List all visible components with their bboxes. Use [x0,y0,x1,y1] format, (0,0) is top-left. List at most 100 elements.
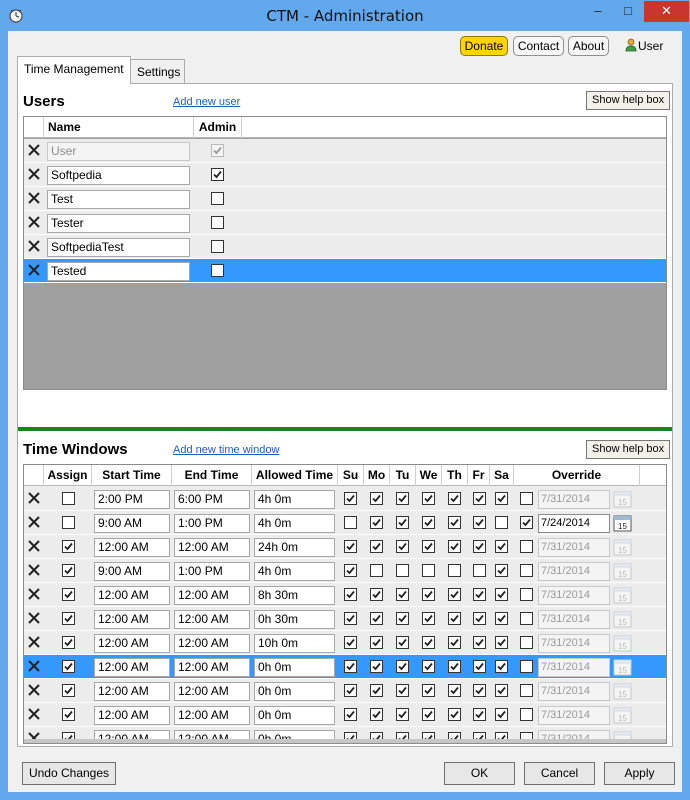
delete-time-window-icon[interactable] [27,611,41,625]
day-sa-checkbox[interactable] [495,588,508,601]
end-time-field[interactable]: 12:00 AM [174,586,250,605]
day-sa-checkbox[interactable] [495,708,508,721]
user-name-field[interactable]: Tester [47,214,190,233]
time-window-row[interactable]: 12:00 AM 12:00 AM 0h 30m 7/31/2014 15 [24,607,666,631]
day-fr-checkbox[interactable] [473,636,486,649]
end-time-field[interactable]: 1:00 PM [174,562,250,581]
current-user[interactable]: User [625,37,663,55]
end-time-field[interactable]: 12:00 AM [174,538,250,557]
day-mo-checkbox[interactable] [370,492,383,505]
user-name-field[interactable]: Tested [47,262,190,281]
horizontal-scrollbar[interactable] [24,739,666,743]
time-windows-help-button[interactable]: Show help box [586,440,671,459]
day-we-checkbox[interactable] [422,708,435,721]
day-mo-checkbox[interactable] [370,516,383,529]
assign-checkbox[interactable] [62,588,75,601]
day-fr-checkbox[interactable] [473,540,486,553]
day-we-checkbox[interactable] [422,636,435,649]
day-fr-checkbox[interactable] [473,684,486,697]
day-su-checkbox[interactable] [344,540,357,553]
time-window-row[interactable]: 12:00 AM12:00 AM0h 0m7/31/201415 [24,703,666,727]
start-time-field[interactable]: 12:00 AM [94,586,170,605]
day-mo-checkbox[interactable] [370,612,383,625]
delete-time-window-icon[interactable] [27,659,41,673]
day-tu-checkbox[interactable] [396,588,409,601]
delete-time-window-icon[interactable] [27,683,41,697]
user-row[interactable]: Softpedia [24,163,666,187]
end-time-field[interactable]: 12:00 AM [174,610,250,629]
day-mo-checkbox[interactable] [370,708,383,721]
day-tu-checkbox[interactable] [396,684,409,697]
allowed-time-field[interactable]: 4h 0m [254,562,335,581]
assign-checkbox[interactable] [62,612,75,625]
end-time-field[interactable]: 12:00 AM [174,706,250,725]
day-su-checkbox[interactable] [344,564,357,577]
day-mo-checkbox[interactable] [370,588,383,601]
delete-time-window-icon[interactable] [27,539,41,553]
assign-checkbox[interactable] [62,684,75,697]
override-date-field[interactable]: 7/24/2014 [538,514,610,533]
allowed-time-field[interactable]: 0h 30m [254,610,335,629]
assign-checkbox[interactable] [62,564,75,577]
day-th-checkbox[interactable] [448,660,461,673]
end-time-field[interactable]: 12:00 AM [174,658,250,677]
override-checkbox[interactable] [520,492,533,505]
allowed-time-field[interactable]: 8h 30m [254,586,335,605]
delete-user-icon[interactable] [27,239,41,253]
day-su-checkbox[interactable] [344,492,357,505]
assign-checkbox[interactable] [62,540,75,553]
assign-checkbox[interactable] [62,636,75,649]
delete-time-window-icon[interactable] [27,707,41,721]
delete-time-window-icon[interactable] [27,563,41,577]
day-fr-checkbox[interactable] [473,708,486,721]
day-th-checkbox[interactable] [448,588,461,601]
day-su-checkbox[interactable] [344,516,357,529]
day-sa-checkbox[interactable] [495,564,508,577]
admin-checkbox[interactable] [211,264,224,277]
day-th-checkbox[interactable] [448,540,461,553]
apply-button[interactable]: Apply [604,762,675,785]
user-name-field[interactable]: Test [47,190,190,209]
day-th-checkbox[interactable] [448,516,461,529]
override-checkbox[interactable] [520,516,533,529]
day-su-checkbox[interactable] [344,684,357,697]
override-checkbox[interactable] [520,588,533,601]
start-time-field[interactable]: 12:00 AM [94,538,170,557]
delete-time-window-icon[interactable] [27,635,41,649]
user-row[interactable]: Tested [24,259,666,283]
day-tu-checkbox[interactable] [396,540,409,553]
day-we-checkbox[interactable] [422,492,435,505]
allowed-time-field[interactable]: 0h 0m [254,658,335,677]
assign-checkbox[interactable] [62,708,75,721]
day-th-checkbox[interactable] [448,564,461,577]
time-window-row[interactable]: 9:00 AM 1:00 PM 4h 0m 7/31/2014 15 [24,559,666,583]
time-window-row[interactable]: 9:00 AM 1:00 PM 4h 0m 7/24/2014 15 [24,511,666,535]
day-su-checkbox[interactable] [344,636,357,649]
delete-time-window-icon[interactable] [27,587,41,601]
user-name-field[interactable]: SoftpediaTest [47,238,190,257]
override-checkbox[interactable] [520,636,533,649]
day-sa-checkbox[interactable] [495,540,508,553]
allowed-time-field[interactable]: 24h 0m [254,538,335,557]
maximize-button[interactable]: □ [614,1,642,22]
day-mo-checkbox[interactable] [370,564,383,577]
undo-changes-button[interactable]: Undo Changes [22,762,116,785]
day-fr-checkbox[interactable] [473,660,486,673]
end-time-field[interactable]: 6:00 PM [174,490,250,509]
tab-time-management[interactable]: Time Management [17,56,131,84]
close-button[interactable]: ✕ [644,1,689,22]
day-sa-checkbox[interactable] [495,612,508,625]
ok-button[interactable]: OK [444,762,515,785]
donate-button[interactable]: Donate [460,36,508,56]
time-window-row[interactable]: 12:00 AM 12:00 AM 8h 30m 7/31/2014 15 [24,583,666,607]
start-time-field[interactable]: 12:00 AM [94,682,170,701]
day-tu-checkbox[interactable] [396,564,409,577]
day-mo-checkbox[interactable] [370,660,383,673]
assign-checkbox[interactable] [62,660,75,673]
day-tu-checkbox[interactable] [396,660,409,673]
day-we-checkbox[interactable] [422,612,435,625]
day-mo-checkbox[interactable] [370,540,383,553]
admin-checkbox[interactable] [211,240,224,253]
add-user-link[interactable]: Add new user [173,96,240,108]
day-th-checkbox[interactable] [448,636,461,649]
